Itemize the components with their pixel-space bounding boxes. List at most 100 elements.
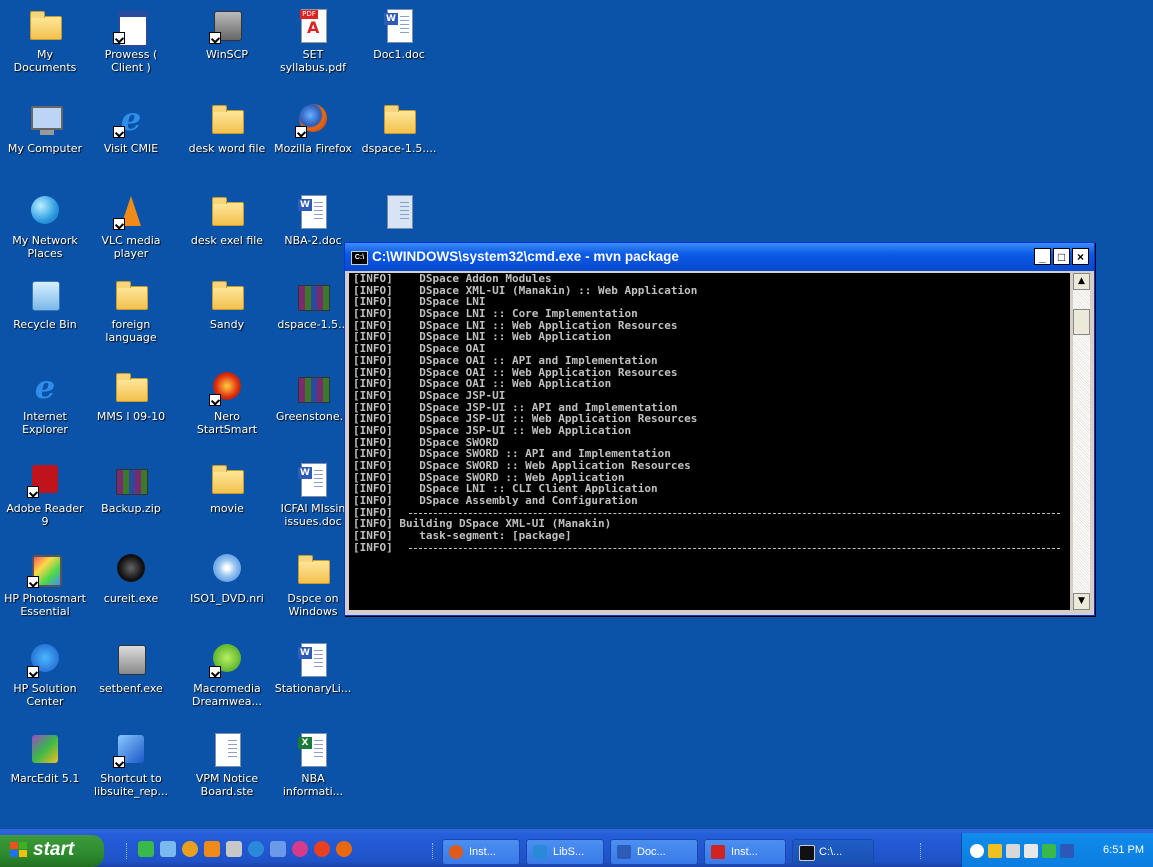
desktop-icon-shortcut-libsuite[interactable]: Shortcut to libsuite_rep... xyxy=(88,732,174,798)
console-output[interactable]: [INFO] DSpace Addon Modules [INFO] DSpace… xyxy=(349,273,1070,610)
clock: 6:51 PM xyxy=(1103,844,1144,856)
console-line: [INFO] DSpace SWORD :: Web Application R… xyxy=(353,459,691,472)
desktop-icon-partial-hidden[interactable] xyxy=(356,194,442,234)
media-icon[interactable] xyxy=(182,841,198,857)
marcedit-icon xyxy=(27,732,63,768)
desktop-icon-cureit[interactable]: cureit.exe xyxy=(88,552,174,605)
icon-label: HP Solution Center xyxy=(13,682,77,708)
desktop-icon-hp-photosmart[interactable]: HP Photosmart Essential xyxy=(2,552,88,618)
start-label: start xyxy=(33,839,75,860)
desktop-icon-my-computer[interactable]: My Computer xyxy=(2,102,88,155)
vlc-icon[interactable] xyxy=(204,841,220,857)
task-button[interactable]: LibS... xyxy=(526,839,604,865)
skype-icon[interactable] xyxy=(292,841,308,857)
desktop-icon-prowess[interactable]: Prowess ( Client ) xyxy=(88,8,174,74)
desktop-icon-backup-zip[interactable]: Backup.zip xyxy=(88,462,174,515)
desktop-icon-my-network-places[interactable]: My Network Places xyxy=(2,194,88,260)
desktop-icon-vlc[interactable]: VLC media player xyxy=(88,194,174,260)
icon-label: Visit CMIE xyxy=(103,142,159,155)
desktop-icon-dspace-folder[interactable]: dspace-1.5.... xyxy=(356,102,442,155)
cmd-title-bar[interactable]: C:\ C:\WINDOWS\system32\cmd.exe - mvn pa… xyxy=(345,243,1094,271)
icon-label: My Computer xyxy=(7,142,83,155)
desktop-icon-internet-explorer[interactable]: e Internet Explorer xyxy=(2,370,88,436)
paint-icon[interactable] xyxy=(270,841,286,857)
desktop-icon-stationary[interactable]: W StationaryLi... xyxy=(270,642,356,695)
safely-remove-icon[interactable] xyxy=(1024,844,1038,858)
desktop-icon-movie[interactable]: movie xyxy=(184,462,270,515)
desktop-icon-nba-information[interactable]: X NBA informati... xyxy=(270,732,356,798)
desktop-icon-dreamweaver[interactable]: Macromedia Dreamwea... xyxy=(184,642,270,708)
desktop-icon-doc1[interactable]: W Doc1.doc xyxy=(356,8,442,61)
task-button-active[interactable]: C:\... xyxy=(792,839,874,865)
libsuite-icon xyxy=(533,845,547,859)
word-document-icon: W xyxy=(295,194,331,230)
task-label: C:\... xyxy=(819,846,843,858)
desktop-icon-desk-word-file[interactable]: desk word file xyxy=(184,102,270,155)
expand-tray-icon[interactable] xyxy=(970,844,984,858)
task-button[interactable]: Inst... xyxy=(704,839,786,865)
adobe-reader-icon xyxy=(27,462,63,498)
task-button[interactable]: Doc... xyxy=(610,839,698,865)
desktop-icon-set-syllabus-pdf[interactable]: PDF A SET syllabus.pdf xyxy=(270,8,356,74)
folder-icon xyxy=(295,552,331,588)
scroll-down-button[interactable]: ▼ xyxy=(1073,593,1090,610)
desktop-icon-mozilla-firefox[interactable]: Mozilla Firefox xyxy=(270,102,356,155)
cmd-icon: C:\ xyxy=(351,251,368,265)
start-button[interactable]: start xyxy=(0,835,104,867)
pdf-file-icon: PDF A xyxy=(295,8,331,44)
desktop-icon-setbenf[interactable]: setbenf.exe xyxy=(88,642,174,695)
desktop-icon-sandy[interactable]: Sandy xyxy=(184,278,270,331)
network-icon[interactable] xyxy=(226,841,242,857)
computer-icon xyxy=(27,102,63,138)
icon-label: ISO1_DVD.nri xyxy=(190,592,264,605)
desktop-icon-foreign-language[interactable]: foreign language xyxy=(88,278,174,344)
firefox-icon xyxy=(295,102,331,138)
maximize-button[interactable]: □ xyxy=(1053,248,1070,265)
desktop-icon-nero[interactable]: Nero StartSmart xyxy=(184,370,270,436)
vertical-scrollbar[interactable]: ▲ ▼ xyxy=(1073,273,1090,610)
tray-app-icon[interactable] xyxy=(1042,844,1056,858)
desktop-icon-my-documents[interactable]: My Documents xyxy=(2,8,88,74)
installer-icon xyxy=(113,642,149,678)
application-window-icon xyxy=(113,8,149,47)
network-icon xyxy=(27,194,63,230)
desktop-icon-marcedit[interactable]: MarcEdit 5.1 xyxy=(2,732,88,785)
desktop-icon-visit-cmie[interactable]: e Visit CMIE xyxy=(88,102,174,155)
desktop-icon-recycle-bin[interactable]: Recycle Bin xyxy=(2,278,88,331)
scroll-up-button[interactable]: ▲ xyxy=(1073,273,1090,290)
tray-app-icon[interactable] xyxy=(988,844,1002,858)
desktop-icon-mms[interactable]: MMS I 09-10 xyxy=(88,370,174,423)
desktop-icon-vpm-notice-board[interactable]: VPM Notice Board.ste xyxy=(184,732,270,798)
minimize-button[interactable]: _ xyxy=(1034,248,1051,265)
console-line: [INFO] DSpace OAI :: API and Implementat… xyxy=(353,353,658,367)
recycle-bin-icon xyxy=(27,278,63,314)
icon-label: MarcEdit 5.1 xyxy=(10,772,80,785)
icon-label: Mozilla Firefox xyxy=(274,142,352,155)
show-desktop-icon[interactable] xyxy=(160,841,176,857)
desktop-icon-desk-exel-file[interactable]: desk exel file xyxy=(184,194,270,247)
browser-icon[interactable] xyxy=(248,841,264,857)
taskbar: start Inst... LibS... Doc... Inst... C:\… xyxy=(0,829,1153,867)
language-icon[interactable] xyxy=(1060,844,1074,858)
task-button[interactable]: Inst... xyxy=(442,839,520,865)
desktop-icon-winscp[interactable]: WinSCP xyxy=(184,8,270,61)
desktop-icon-iso-dvd[interactable]: ISO1_DVD.nri xyxy=(184,552,270,605)
scroll-thumb[interactable] xyxy=(1073,309,1090,335)
desktop-icon-hp-solution-center[interactable]: HP Solution Center xyxy=(2,642,88,708)
icon-label: Backup.zip xyxy=(101,502,161,515)
close-button[interactable]: × xyxy=(1072,248,1089,265)
console-line: [INFO] task-segment: [package] xyxy=(353,529,572,543)
icon-label: Prowess ( Client ) xyxy=(104,48,158,74)
icon-label: Macromedia Dreamwea... xyxy=(192,682,262,708)
console-line: [INFO] xyxy=(349,507,1070,519)
icon-label: Doc1.doc xyxy=(373,48,425,61)
firefox-icon[interactable] xyxy=(336,841,352,857)
window-title: C:\WINDOWS\system32\cmd.exe - mvn packag… xyxy=(372,249,679,264)
quick-launch-icon[interactable] xyxy=(138,841,154,857)
desktop-icon-adobe-reader[interactable]: Adobe Reader 9 xyxy=(2,462,88,528)
network-icon[interactable] xyxy=(1006,844,1020,858)
cmd-window[interactable]: C:\ C:\WINDOWS\system32\cmd.exe - mvn pa… xyxy=(344,242,1095,616)
record-icon[interactable] xyxy=(314,841,330,857)
console-line: [INFO] DSpace Assembly and Configuration xyxy=(353,494,638,508)
desktop-icon-nba-2-doc[interactable]: W NBA-2.doc xyxy=(270,194,356,247)
